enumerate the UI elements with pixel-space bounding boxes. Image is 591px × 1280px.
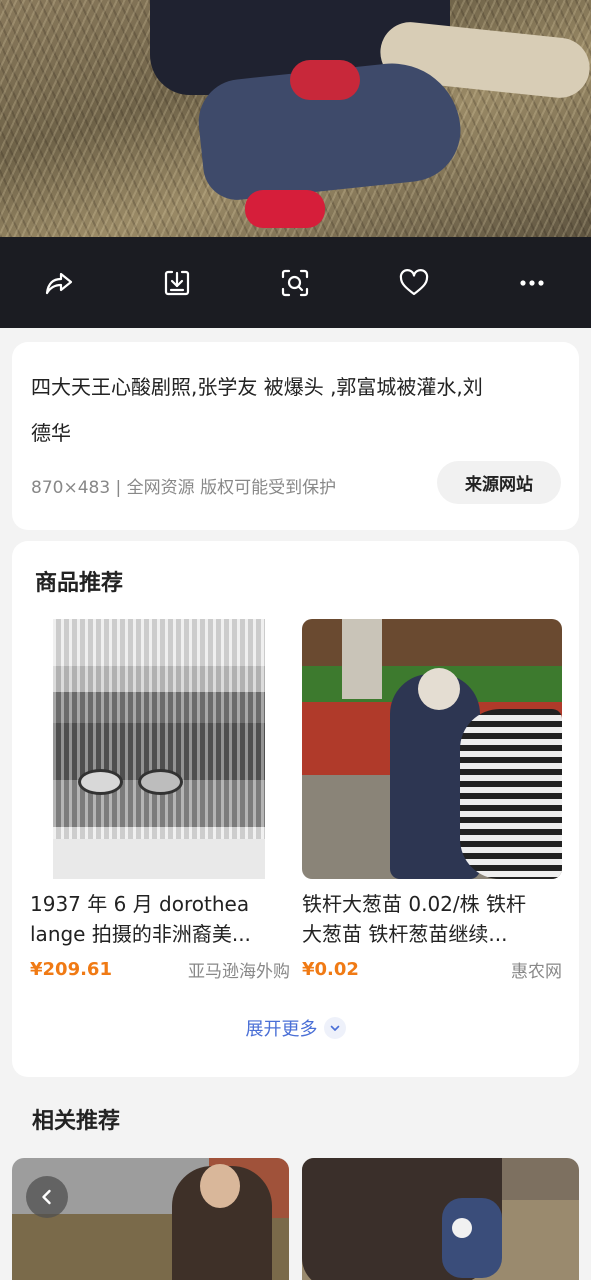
product-name[interactable]: 1937 年 6 月 dorothea lange 拍摄的非洲裔美... — [30, 889, 290, 949]
image-title: 四大天王心酸剧照,张学友 被爆头 ,郭富城被灌水,刘 德华 — [31, 364, 561, 456]
product-photo-head — [418, 668, 460, 710]
hero-image[interactable] — [0, 0, 591, 237]
download-icon — [165, 270, 190, 295]
product-name-line1: 铁杆大葱苗 0.02/株 铁杆 — [302, 892, 526, 916]
image-search-button[interactable] — [236, 237, 354, 328]
product-recommendation-card: 商品推荐 1937 年 6 月 dorothea lange 拍摄的非洲裔美..… — [12, 541, 579, 1077]
hero-red-hand — [245, 190, 325, 228]
product-photo-person-back — [342, 619, 382, 699]
product-price: ¥0.02 — [302, 959, 359, 980]
product-card[interactable]: 铁杆大葱苗 0.02/株 铁杆 大葱苗 铁杆葱苗继续... ¥0.02 惠农网 — [302, 619, 562, 982]
product-image[interactable] — [302, 619, 562, 879]
product-photo-shoe — [138, 769, 183, 795]
product-name-line2: lange 拍摄的非洲裔美... — [30, 922, 251, 946]
product-price-row: ¥209.61 亚马逊海外购 — [30, 957, 290, 982]
product-price: ¥209.61 — [30, 959, 112, 980]
image-title-line1: 四大天王心酸剧照,张学友 被爆头 ,郭富城被灌水,刘 — [31, 375, 483, 399]
product-name-line1: 1937 年 6 月 dorothea — [30, 892, 250, 916]
product-seller: 惠农网 — [511, 962, 562, 982]
back-button[interactable] — [26, 1176, 68, 1218]
image-action-toolbar — [0, 237, 591, 328]
heart-icon — [399, 268, 428, 295]
product-photo-bw — [53, 619, 265, 879]
product-photo-shoe — [78, 769, 123, 795]
favorite-button[interactable] — [355, 237, 473, 328]
more-options-button[interactable] — [473, 237, 591, 328]
image-info-card: 四大天王心酸剧照,张学友 被爆头 ,郭富城被灌水,刘 德华 870×483 | … — [12, 342, 579, 530]
product-name[interactable]: 铁杆大葱苗 0.02/株 铁杆 大葱苗 铁杆葱苗继续... — [302, 889, 562, 949]
expand-more-button[interactable]: 展开更多 — [12, 1015, 579, 1041]
product-image[interactable] — [30, 619, 290, 879]
share-icon — [45, 272, 73, 294]
product-seller: 亚马逊海外购 — [188, 962, 290, 982]
hero-red-stain — [290, 60, 360, 100]
image-title-line2: 德华 — [31, 421, 71, 445]
product-price-row: ¥0.02 惠农网 — [302, 957, 562, 982]
chevron-left-icon — [42, 1189, 51, 1205]
expand-more-label: 展开更多 — [245, 1019, 318, 1040]
related-photo-person — [172, 1164, 272, 1280]
product-photo-person-striped — [460, 709, 562, 879]
related-photo-hand — [452, 1218, 472, 1238]
related-photo-head — [200, 1164, 240, 1208]
download-button[interactable] — [118, 237, 236, 328]
product-section-title: 商品推荐 — [35, 571, 124, 596]
product-name-line2: 大葱苗 铁杆葱苗继续... — [302, 922, 508, 946]
share-button[interactable] — [0, 237, 118, 328]
scan-icon — [282, 269, 309, 296]
source-website-button[interactable]: 来源网站 — [437, 461, 561, 504]
product-card[interactable]: 1937 年 6 月 dorothea lange 拍摄的非洲裔美... ¥20… — [30, 619, 290, 982]
image-meta: 870×483 | 全网资源 版权可能受到保护 — [31, 478, 337, 498]
chevron-down-icon — [323, 1017, 346, 1039]
related-section-title: 相关推荐 — [32, 1109, 121, 1134]
related-image-card[interactable] — [302, 1158, 579, 1280]
more-icon — [520, 279, 544, 286]
related-photo-blue-figure — [442, 1198, 502, 1278]
